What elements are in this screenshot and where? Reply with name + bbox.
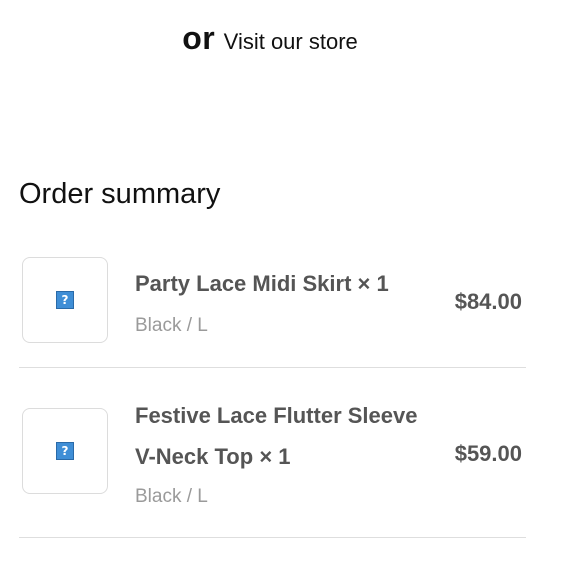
order-page: or Visit our store Order summary ? Party…: [0, 0, 580, 580]
product-name-text: Party Lace Midi Skirt: [135, 271, 352, 296]
product-variant: Black / L: [135, 486, 208, 507]
product-name: Festive Lace Flutter Sleeve V-Neck Top ×…: [135, 395, 425, 477]
item-divider: [19, 367, 526, 368]
order-item: ? Party Lace Midi Skirt × 1 Black / L $8…: [19, 243, 526, 368]
order-summary-title: Order summary: [19, 178, 221, 210]
product-price: $84.00: [454, 289, 522, 314]
broken-image-icon: ?: [56, 442, 74, 460]
order-item: ? Festive Lace Flutter Sleeve V-Neck Top…: [19, 395, 526, 538]
product-price: $59.00: [454, 441, 522, 466]
product-quantity: × 1: [357, 271, 389, 296]
item-divider: [19, 537, 526, 538]
product-variant: Black / L: [135, 315, 208, 336]
product-name: Party Lace Midi Skirt × 1: [135, 263, 425, 304]
broken-image-icon: ?: [56, 291, 74, 309]
visit-store-prompt: or Visit our store: [0, 20, 540, 57]
product-thumbnail: ?: [22, 408, 108, 494]
product-quantity: × 1: [259, 444, 291, 469]
visit-store-link[interactable]: Visit our store: [224, 29, 358, 54]
product-thumbnail: ?: [22, 257, 108, 343]
or-separator: or: [182, 20, 216, 56]
